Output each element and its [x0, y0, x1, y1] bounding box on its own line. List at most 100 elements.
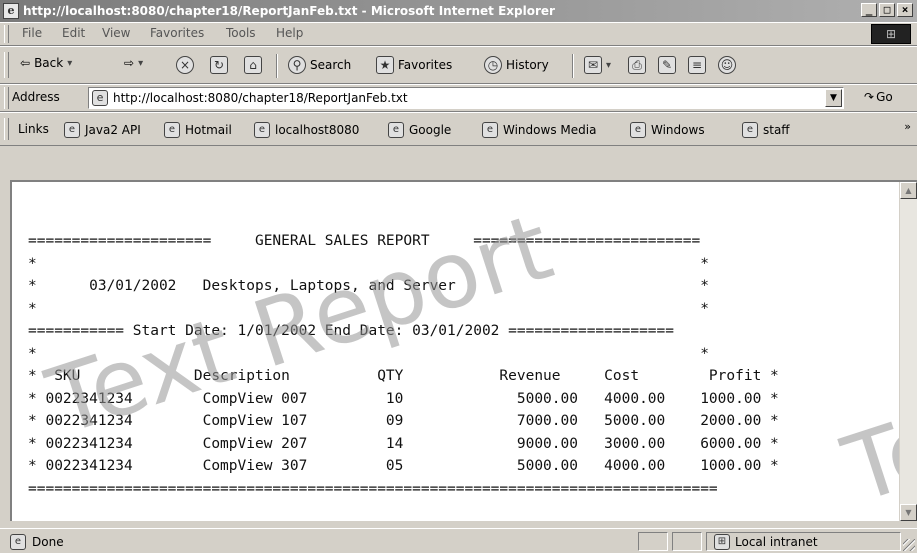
- page-icon: e: [64, 122, 80, 138]
- link-label: Hotmail: [185, 123, 232, 137]
- report-line: * *: [28, 300, 709, 317]
- address-url[interactable]: http://localhost:8080/chapter18/ReportJa…: [113, 91, 408, 105]
- page-icon: e: [10, 534, 26, 550]
- report-line: * 0022341234 CompView 007 10 5000.00 400…: [28, 390, 779, 407]
- favorites-label: Favorites: [398, 58, 453, 72]
- toolbar-separator: [276, 54, 278, 78]
- go-button[interactable]: ↷ Go: [864, 90, 893, 104]
- back-button[interactable]: ⇦ Back ▾: [20, 56, 72, 70]
- chevron-down-icon: ▾: [606, 59, 612, 71]
- history-label: History: [506, 58, 549, 72]
- user-icon: ☺: [718, 56, 736, 74]
- page-icon: e: [254, 122, 270, 138]
- history-icon: ◷: [484, 56, 502, 74]
- toolbar-spacer: [0, 146, 917, 180]
- search-icon: ⚲: [288, 56, 306, 74]
- mail-button[interactable]: ✉ ▾: [584, 56, 611, 74]
- report-line: ===================== GENERAL SALES REPO…: [28, 233, 701, 249]
- discuss-button[interactable]: ≡: [688, 56, 706, 74]
- go-arrow-icon: ↷: [864, 90, 875, 104]
- link-windows[interactable]: e Windows: [630, 122, 705, 138]
- edit-icon: ✎: [658, 56, 676, 74]
- resize-grip[interactable]: [903, 539, 915, 551]
- maximize-button[interactable]: □: [879, 3, 895, 17]
- vertical-scrollbar[interactable]: ▲ ▼: [899, 182, 917, 521]
- print-button[interactable]: ⎙: [628, 56, 646, 74]
- links-label: Links: [18, 122, 49, 136]
- page-icon: e: [164, 122, 180, 138]
- menu-grip: [4, 25, 9, 43]
- windows-logo-icon: ⊞: [871, 24, 911, 44]
- history-button[interactable]: ◷ History: [484, 56, 549, 74]
- status-text: Done: [32, 535, 64, 549]
- close-button[interactable]: ×: [897, 3, 913, 17]
- chevron-down-icon: ▾: [67, 57, 73, 69]
- document-icon: ≡: [688, 56, 706, 74]
- messenger-button[interactable]: ☺: [718, 56, 736, 74]
- page-content[interactable]: ===================== GENERAL SALES REPO…: [10, 180, 917, 521]
- report-line: * SKU Description QTY Revenue Cost Profi…: [28, 368, 779, 384]
- link-windows-media[interactable]: e Windows Media: [482, 122, 596, 138]
- page-icon: e: [630, 122, 646, 138]
- page-icon: e: [92, 90, 108, 106]
- favorites-icon: ★: [376, 56, 394, 74]
- search-label: Search: [310, 58, 352, 72]
- menu-favorites[interactable]: Favorites: [150, 26, 204, 40]
- address-grip: [4, 87, 9, 109]
- back-label: Back: [34, 56, 64, 70]
- stop-button[interactable]: ×: [176, 56, 194, 74]
- link-google[interactable]: e Google: [388, 122, 451, 138]
- favorites-button[interactable]: ★ Favorites: [376, 56, 452, 74]
- links-grip: [4, 118, 9, 140]
- link-label: localhost8080: [275, 123, 360, 137]
- go-label: Go: [876, 90, 893, 104]
- refresh-button[interactable]: ↻: [210, 56, 228, 74]
- title-bar: e http://localhost:8080/chapter18/Report…: [0, 0, 917, 22]
- link-localhost8080[interactable]: e localhost8080: [254, 122, 359, 138]
- printer-icon: ⎙: [628, 56, 646, 74]
- minimize-button[interactable]: _: [861, 3, 877, 17]
- link-hotmail[interactable]: e Hotmail: [164, 122, 232, 138]
- menu-file[interactable]: File: [22, 26, 42, 40]
- link-label: staff: [763, 123, 790, 137]
- link-label: Java2 API: [85, 123, 141, 137]
- home-button[interactable]: ⌂: [244, 56, 262, 74]
- search-button[interactable]: ⚲ Search: [288, 56, 351, 74]
- forward-arrow-icon: ⇨: [124, 56, 135, 70]
- back-arrow-icon: ⇦: [20, 56, 31, 70]
- ie-logo-icon: e: [3, 3, 19, 19]
- standard-toolbar: ⇦ Back ▾ ⇨ ▾ × ↻ ⌂ ⚲ Search ★ Favorites …: [0, 46, 917, 84]
- more-links-button[interactable]: »: [904, 120, 911, 133]
- menu-view[interactable]: View: [102, 26, 130, 40]
- link-staff[interactable]: e staff: [742, 122, 790, 138]
- report-line: * 0022341234 CompView 107 09 7000.00 500…: [28, 413, 779, 429]
- link-label: Google: [409, 123, 452, 137]
- edit-button[interactable]: ✎: [658, 56, 676, 74]
- page-icon: e: [388, 122, 404, 138]
- window-title: http://localhost:8080/chapter18/ReportJa…: [23, 4, 555, 18]
- toolbar-separator: [572, 54, 574, 78]
- mail-icon: ✉: [584, 56, 602, 74]
- status-bar: e Done ⊞ Local intranet: [0, 528, 917, 553]
- local-intranet-icon: ⊞: [714, 534, 730, 550]
- page-icon: e: [482, 122, 498, 138]
- link-label: Windows: [651, 123, 705, 137]
- scroll-up-button[interactable]: ▲: [900, 182, 917, 199]
- menu-help[interactable]: Help: [276, 26, 303, 40]
- report-line: * 0022341234 CompView 207 14 9000.00 300…: [28, 435, 779, 452]
- report-text: ===================== GENERAL SALES REPO…: [28, 230, 779, 500]
- forward-button[interactable]: ⇨ ▾: [124, 56, 143, 70]
- refresh-icon: ↻: [210, 56, 228, 74]
- menu-tools[interactable]: Tools: [226, 26, 256, 40]
- report-line: * 03/01/2002 Desktops, Laptops, and Serv…: [28, 278, 709, 294]
- address-dropdown-button[interactable]: ▼: [825, 89, 842, 107]
- report-line: * 0022341234 CompView 307 05 5000.00 400…: [28, 458, 779, 474]
- scroll-down-button[interactable]: ▼: [900, 504, 917, 521]
- link-java2-api[interactable]: e Java2 API: [64, 122, 141, 138]
- menu-edit[interactable]: Edit: [62, 26, 85, 40]
- address-bar: Address e http://localhost:8080/chapter1…: [0, 84, 917, 112]
- stop-icon: ×: [176, 56, 194, 74]
- address-input[interactable]: e http://localhost:8080/chapter18/Report…: [88, 87, 844, 109]
- report-line: * *: [28, 345, 709, 362]
- status-panel: [672, 532, 702, 551]
